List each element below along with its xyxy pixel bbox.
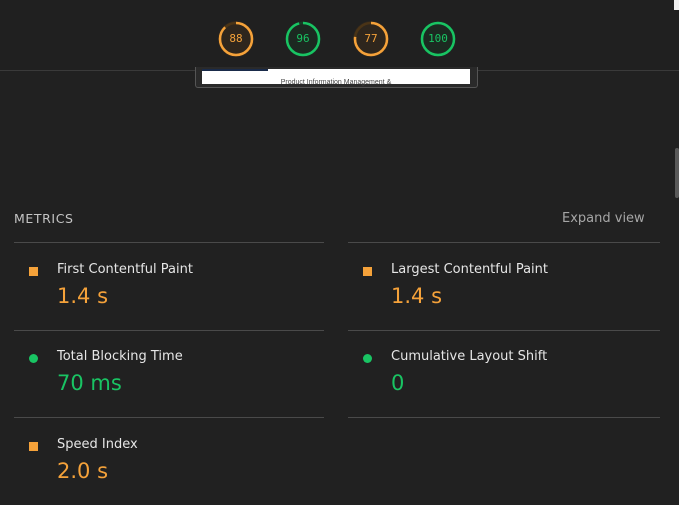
scrollbar-arrow[interactable] — [674, 0, 679, 10]
score-value: 96 — [296, 32, 310, 45]
score-value: 77 — [364, 32, 378, 45]
pass-circle-icon — [29, 354, 38, 363]
score-gauge-1[interactable]: 88 — [218, 21, 254, 57]
metric-value: 2.0 s — [57, 459, 109, 483]
metric-label: Cumulative Layout Shift — [391, 349, 548, 364]
average-square-icon — [363, 267, 372, 276]
score-value: 88 — [229, 32, 243, 45]
score-gauge-3[interactable]: 77 — [353, 21, 389, 57]
divider — [348, 417, 660, 418]
score-value: 100 — [428, 32, 448, 45]
divider — [348, 242, 660, 243]
scores-header: 88 96 77 100 — [0, 0, 679, 71]
page-screenshot-thumbnail[interactable]: Product Information Management & — [195, 67, 478, 88]
metric-label: Largest Contentful Paint — [391, 262, 549, 277]
screenshot-caption: Product Information Management & — [280, 79, 392, 86]
average-square-icon — [29, 442, 38, 451]
metric-label: Total Blocking Time — [57, 349, 183, 364]
screenshot-header-bar — [202, 69, 268, 71]
metric-value: 70 ms — [57, 371, 122, 395]
divider — [14, 417, 324, 418]
screenshot-image: Product Information Management & — [202, 69, 470, 86]
score-gauge-4[interactable]: 100 — [420, 21, 456, 57]
metric-label: First Contentful Paint — [57, 262, 193, 277]
average-square-icon — [29, 267, 38, 276]
pass-circle-icon — [363, 354, 372, 363]
score-gauge-2[interactable]: 96 — [285, 21, 321, 57]
metrics-heading: METRICS — [14, 211, 74, 226]
divider — [14, 330, 324, 331]
metric-value: 0 — [391, 371, 405, 395]
divider — [14, 242, 324, 243]
scrollbar-thumb[interactable] — [675, 148, 679, 198]
metric-value: 1.4 s — [57, 284, 109, 308]
divider — [348, 330, 660, 331]
metric-label: Speed Index — [57, 437, 138, 452]
metric-value: 1.4 s — [391, 284, 443, 308]
expand-view-button[interactable]: Expand view — [562, 211, 645, 226]
